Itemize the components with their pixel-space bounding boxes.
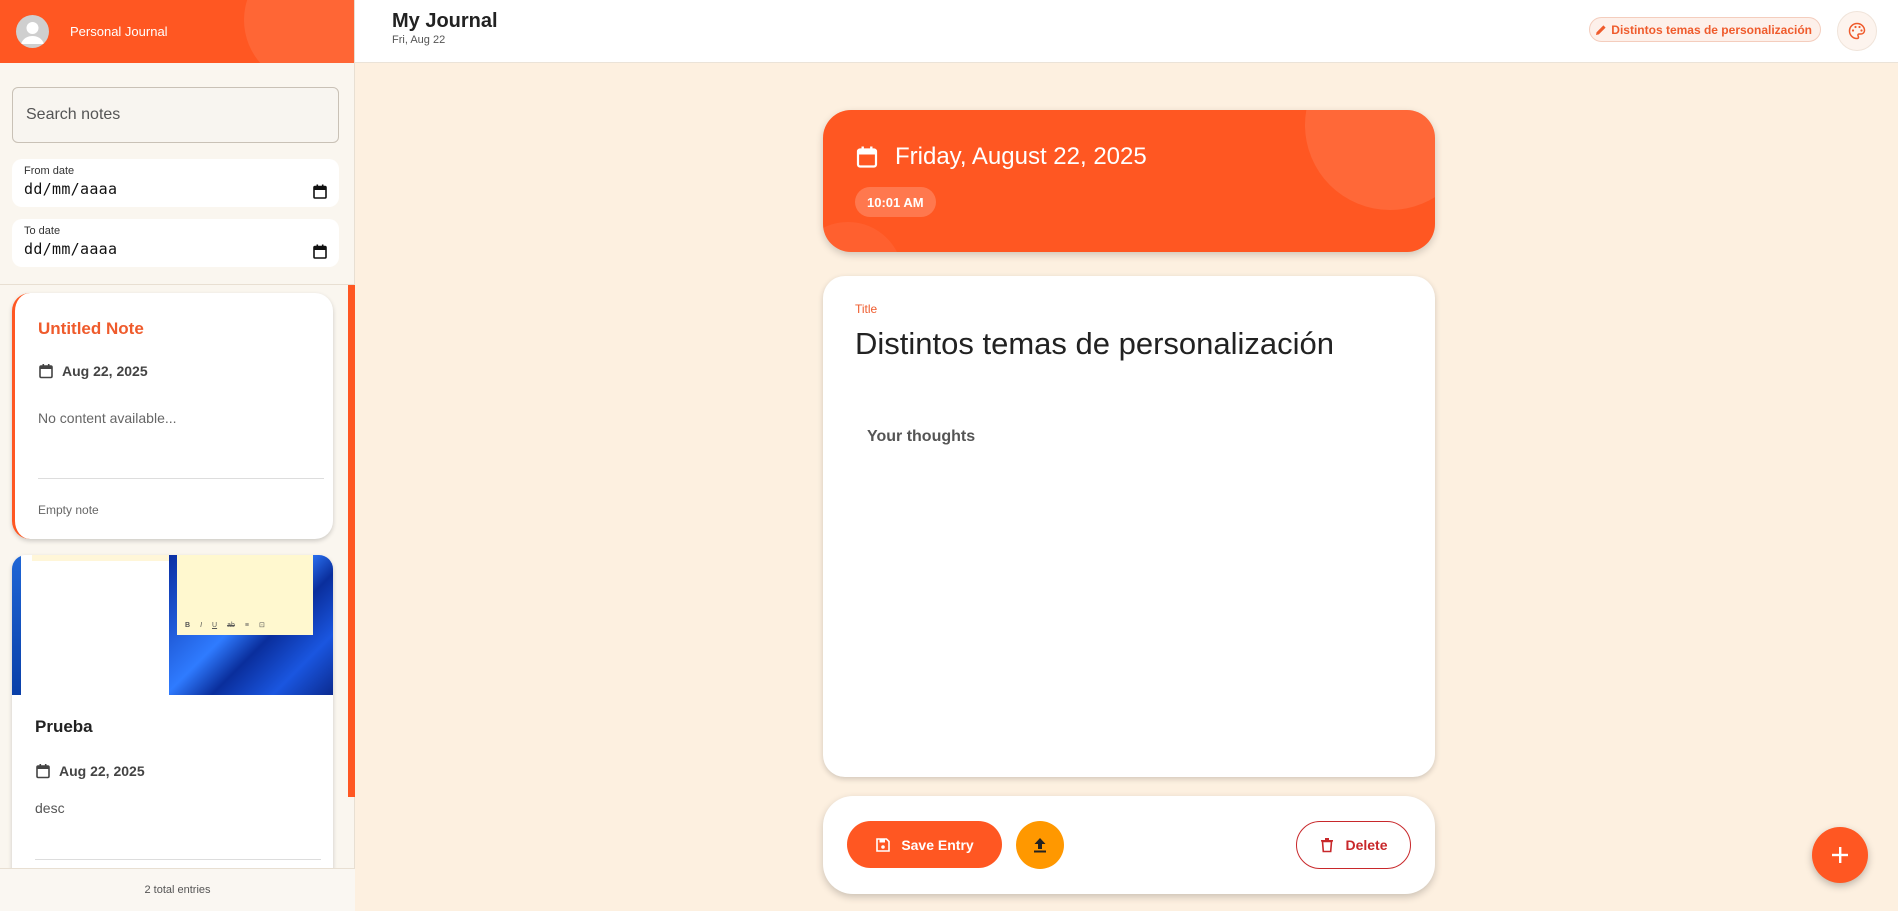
from-date-label: From date [24, 165, 75, 177]
page-title: My Journal [392, 10, 498, 32]
note-date-text: Aug 22, 2025 [62, 363, 148, 379]
note-preview: No content available... [38, 410, 177, 426]
header-decoration [244, 0, 354, 63]
note-preview: desc [35, 800, 65, 816]
top-bar: My Journal Fri, Aug 22 Distintos temas d… [355, 0, 1898, 63]
thumbnail-tool-image: ⊡ [258, 622, 265, 629]
note-date: Aug 22, 2025 [35, 763, 145, 779]
header-decoration [823, 222, 903, 252]
save-icon [876, 837, 891, 852]
calendar-icon [36, 764, 50, 779]
sidebar-title: Personal Journal [70, 24, 168, 39]
note-card-untitled[interactable]: Untitled Note Aug 22, 2025 No content av… [12, 293, 333, 539]
pencil-icon [1596, 24, 1606, 35]
current-note-chip[interactable]: Distintos temas de personalización [1589, 17, 1821, 42]
entry-date-header: Friday, August 22, 2025 10:01 AM [823, 110, 1435, 252]
notes-list[interactable]: Untitled Note Aug 22, 2025 No content av… [0, 284, 355, 869]
thumbnail-edge [12, 555, 21, 695]
note-card-prueba[interactable]: B I U ab ≡ ⊡ Prueba Aug 22, 2025 desc [12, 555, 333, 869]
thumbnail-sticky-strip [32, 555, 169, 561]
entry-date: Friday, August 22, 2025 [855, 143, 1147, 171]
note-thumbnail: B I U ab ≡ ⊡ [12, 555, 333, 695]
scrollbar[interactable] [348, 285, 355, 797]
note-title: Untitled Note [38, 319, 144, 338]
save-entry-button[interactable]: Save Entry [847, 821, 1002, 868]
from-date-field[interactable]: From date dd/mm/aaaa [12, 159, 339, 207]
note-date: Aug 22, 2025 [38, 363, 148, 379]
thumbnail-tool-bold: B [185, 621, 191, 629]
thumbnail-tool-italic: I [200, 621, 203, 629]
note-date-text: Aug 22, 2025 [59, 763, 145, 779]
thumbnail-tool-strike: ab [227, 621, 235, 629]
calendar-icon[interactable] [313, 184, 327, 199]
from-date-value[interactable]: dd/mm/aaaa [24, 180, 327, 198]
entries-count: 2 total entries [0, 868, 355, 911]
delete-label: Delete [1345, 837, 1388, 853]
to-date-label: To date [24, 225, 61, 237]
sidebar-header: Personal Journal [0, 0, 354, 63]
divider [35, 859, 321, 860]
theme-palette-button[interactable] [1837, 11, 1877, 51]
current-note-title: Distintos temas de personalización [1611, 22, 1812, 37]
page-date: Fri, Aug 22 [392, 34, 446, 46]
title-label: Title [855, 302, 878, 316]
avatar[interactable] [16, 15, 49, 48]
add-note-button[interactable] [1812, 827, 1868, 883]
palette-icon [1848, 22, 1866, 40]
entry-date-text: Friday, August 22, 2025 [895, 143, 1147, 170]
thumbnail-toolbar: B I U ab ≡ ⊡ [177, 617, 313, 633]
upload-icon [1034, 838, 1046, 853]
calendar-icon [39, 364, 53, 379]
thumbnail-tool-list: ≡ [244, 621, 249, 629]
upload-button[interactable] [1016, 821, 1064, 869]
entry-time-badge: 10:01 AM [855, 187, 936, 217]
user-icon [21, 22, 44, 44]
divider [38, 478, 324, 479]
sidebar: Personal Journal Search notes From date … [0, 0, 355, 911]
save-entry-label: Save Entry [901, 836, 974, 853]
editor-card: Title Your thoughts [823, 276, 1435, 777]
calendar-icon [856, 146, 878, 168]
search-placeholder: Search notes [26, 106, 121, 123]
to-date-field[interactable]: To date dd/mm/aaaa [12, 219, 339, 267]
header-decoration [1305, 110, 1435, 210]
thumbnail-tool-underline: U [212, 621, 218, 629]
search-input[interactable]: Search notes [12, 87, 339, 143]
to-date-value[interactable]: dd/mm/aaaa [24, 240, 327, 258]
title-input[interactable] [855, 326, 1405, 362]
plus-icon [1832, 847, 1848, 863]
trash-icon [1321, 838, 1334, 853]
note-status: Empty note [38, 503, 99, 517]
thoughts-placeholder: Your thoughts [867, 428, 976, 445]
calendar-icon[interactable] [313, 244, 327, 259]
note-title: Prueba [35, 717, 93, 736]
action-bar: Save Entry Delete [823, 796, 1435, 894]
thoughts-textarea[interactable]: Your thoughts [867, 428, 1397, 728]
delete-button[interactable]: Delete [1296, 821, 1411, 869]
